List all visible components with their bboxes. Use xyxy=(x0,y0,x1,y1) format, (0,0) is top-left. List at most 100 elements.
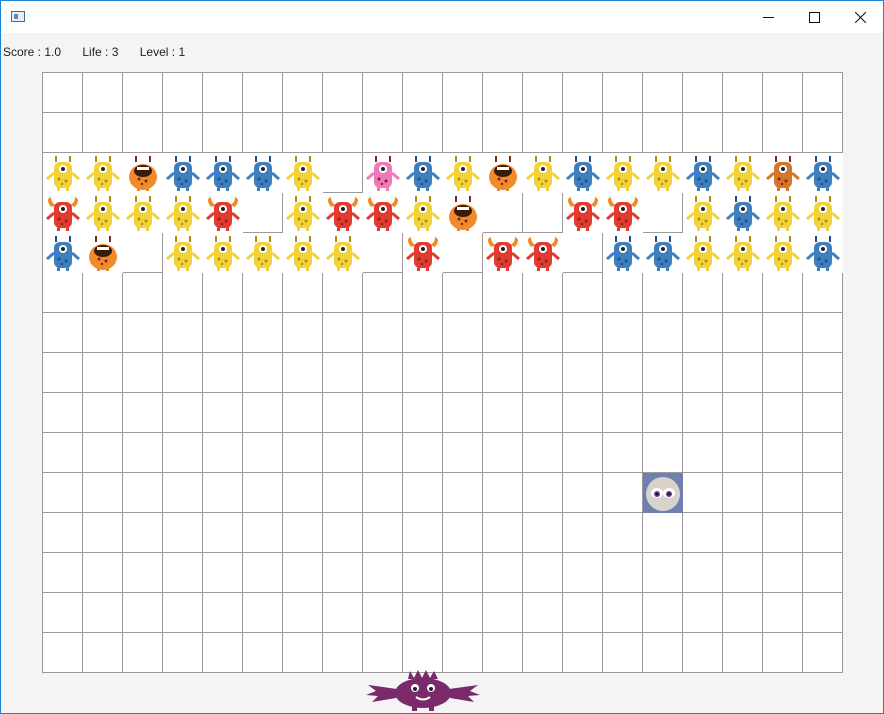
grid-cell xyxy=(83,513,123,553)
grid-cell xyxy=(123,73,163,113)
monster-brick-red xyxy=(403,233,443,273)
grid-cell xyxy=(443,433,483,473)
app-icon[interactable] xyxy=(11,11,25,22)
grid-cell xyxy=(363,633,403,673)
grid-cell xyxy=(523,393,563,433)
grid-cell xyxy=(603,313,643,353)
grid-cell xyxy=(203,273,243,313)
grid-cell xyxy=(523,313,563,353)
grid-cell xyxy=(763,353,803,393)
grid-cell xyxy=(603,73,643,113)
monster-brick-red xyxy=(363,193,403,233)
grid-cell xyxy=(163,593,203,633)
ball xyxy=(643,473,683,513)
grid-cell xyxy=(523,73,563,113)
grid-cell xyxy=(483,553,523,593)
grid-cell xyxy=(323,553,363,593)
grid-cell xyxy=(43,273,83,313)
maximize-button[interactable] xyxy=(791,1,837,33)
grid-cell xyxy=(483,393,523,433)
grid-cell xyxy=(803,593,843,633)
grid-cell xyxy=(683,113,723,153)
monster-brick-orange xyxy=(483,153,523,193)
monster-brick-yellow xyxy=(163,233,203,273)
monster-brick-red xyxy=(563,193,603,233)
grid-cell xyxy=(83,313,123,353)
grid-cell xyxy=(83,73,123,113)
grid-cell xyxy=(563,593,603,633)
grid-cell xyxy=(683,393,723,433)
grid-cell xyxy=(323,153,363,193)
grid-cell xyxy=(83,393,123,433)
grid-cell xyxy=(443,313,483,353)
grid-cell xyxy=(723,633,763,673)
monster-brick-blue xyxy=(563,153,603,193)
grid-cell xyxy=(723,433,763,473)
grid-cell xyxy=(363,473,403,513)
grid-cell xyxy=(803,393,843,433)
grid-cell xyxy=(123,113,163,153)
grid-cell xyxy=(43,593,83,633)
player-paddle[interactable] xyxy=(364,669,482,711)
grid-cell xyxy=(43,553,83,593)
grid-cell xyxy=(363,353,403,393)
game-board[interactable] xyxy=(42,72,843,673)
grid-cell xyxy=(363,233,403,273)
grid-cell xyxy=(403,353,443,393)
grid-cell xyxy=(403,633,443,673)
grid-cell xyxy=(203,353,243,393)
monster-brick-yellow xyxy=(763,193,803,233)
grid-cell xyxy=(523,353,563,393)
grid-cell xyxy=(203,633,243,673)
monster-brick-yellow xyxy=(283,153,323,193)
grid-cell xyxy=(643,193,683,233)
monster-brick-blue xyxy=(643,233,683,273)
grid-cell xyxy=(163,113,203,153)
grid-cell xyxy=(323,513,363,553)
grid-cell xyxy=(723,393,763,433)
grid-cell xyxy=(523,633,563,673)
grid-cell xyxy=(43,353,83,393)
hud: Score : 1.0 Life : 3 Level : 1 xyxy=(3,45,203,59)
monster-brick-blue xyxy=(243,153,283,193)
grid-cell xyxy=(83,273,123,313)
grid-cell xyxy=(763,473,803,513)
grid-cell xyxy=(283,73,323,113)
grid-cell xyxy=(203,313,243,353)
grid-cell xyxy=(443,593,483,633)
grid-cell xyxy=(683,473,723,513)
grid-cell xyxy=(563,73,603,113)
grid-cell xyxy=(523,473,563,513)
grid-cell xyxy=(683,553,723,593)
grid-cell xyxy=(603,433,643,473)
monster-brick-red xyxy=(483,233,523,273)
grid-cell xyxy=(723,593,763,633)
grid-cell xyxy=(323,353,363,393)
grid-cell xyxy=(483,433,523,473)
grid-cell xyxy=(163,553,203,593)
monster-brick-yellow xyxy=(723,153,763,193)
minimize-button[interactable] xyxy=(745,1,791,33)
close-button[interactable] xyxy=(837,1,883,33)
grid-cell xyxy=(563,393,603,433)
grid-cell xyxy=(203,593,243,633)
grid-cell xyxy=(723,73,763,113)
grid-cell xyxy=(523,273,563,313)
grid-cell xyxy=(323,273,363,313)
monster-brick-yellow xyxy=(203,233,243,273)
grid-cell xyxy=(163,73,203,113)
grid-cell xyxy=(243,73,283,113)
grid-cell xyxy=(363,393,403,433)
grid-cell xyxy=(683,633,723,673)
grid-cell xyxy=(723,473,763,513)
grid-cell xyxy=(803,473,843,513)
grid-cell xyxy=(563,273,603,313)
monster-brick-yellow xyxy=(723,233,763,273)
grid-cell xyxy=(483,633,523,673)
grid-cell xyxy=(603,553,643,593)
monster-brick-blue xyxy=(723,193,763,233)
grid-cell xyxy=(323,473,363,513)
grid-cell xyxy=(763,513,803,553)
monster-brick-yellow xyxy=(443,153,483,193)
level-label: Level : 1 xyxy=(139,45,186,59)
